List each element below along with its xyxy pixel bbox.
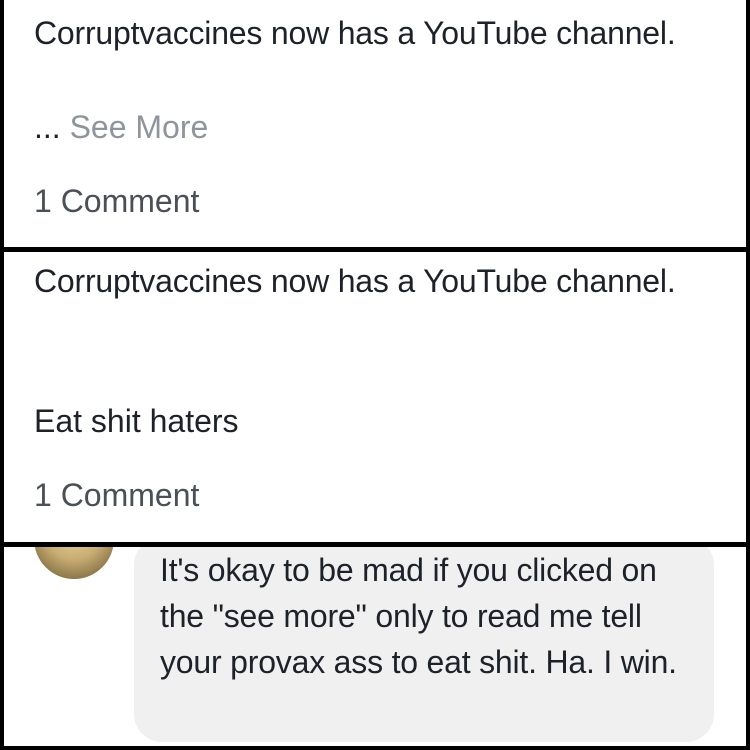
comment-section: It's okay to be mad if you clicked on th… [4,547,746,746]
comment-count-link[interactable]: 1 Comment [34,476,199,514]
ellipsis: ... [34,109,61,145]
see-more-label[interactable]: See More [70,109,209,145]
screenshot-collage: Corruptvaccines now has a YouTube channe… [0,0,750,750]
see-more-link[interactable]: ... See More [34,108,208,146]
post-text: Corruptvaccines now has a YouTube channe… [34,263,676,299]
post-preview-collapsed: Corruptvaccines now has a YouTube channe… [4,0,746,247]
post-preview-expanded: Corruptvaccines now has a YouTube channe… [4,252,746,542]
post-text-continued: Eat shit haters [34,403,239,439]
comment-count-link[interactable]: 1 Comment [34,182,199,220]
comment-text: It's okay to be mad if you clicked on th… [160,552,677,680]
comment-bubble: It's okay to be mad if you clicked on th… [134,547,714,742]
avatar[interactable] [34,547,114,579]
post-text: Corruptvaccines now has a YouTube channe… [34,15,676,51]
